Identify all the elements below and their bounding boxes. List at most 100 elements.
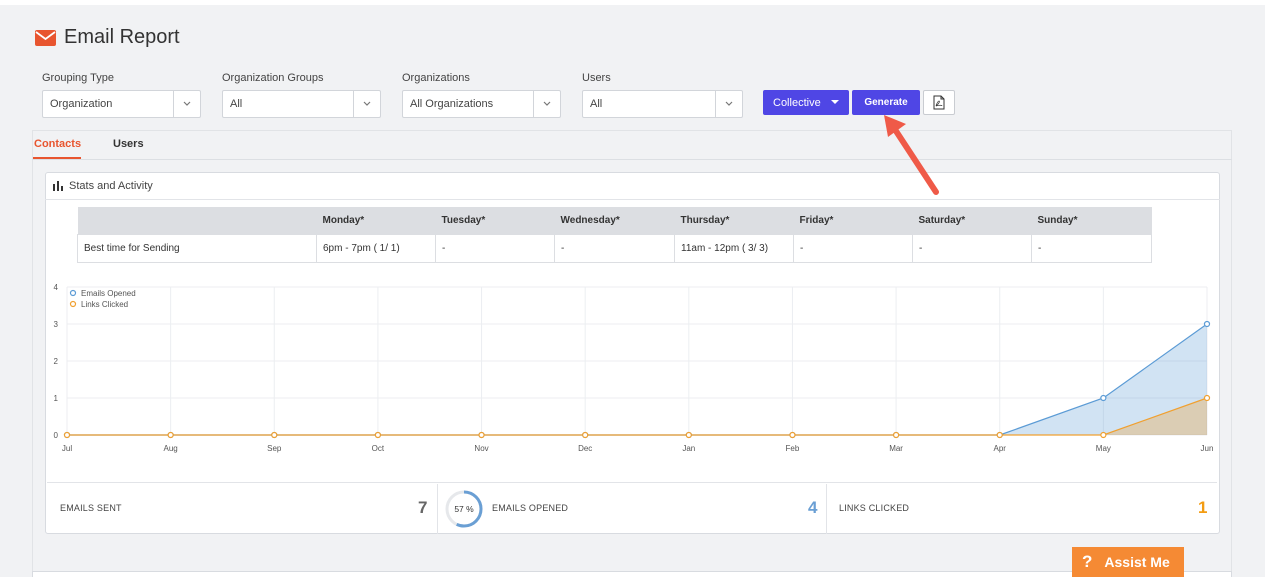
emails-sent-stat: EMAILS SENT xyxy=(60,482,122,534)
organizations-value: All Organizations xyxy=(410,98,494,110)
table-cell: - xyxy=(793,233,913,263)
chevron-down-icon[interactable] xyxy=(715,91,742,117)
legend-marker xyxy=(69,300,77,308)
data-point xyxy=(271,431,278,439)
grouping-type-select[interactable]: Organization xyxy=(42,90,201,118)
table-cell: - xyxy=(554,233,675,263)
series-area xyxy=(67,324,1207,435)
x-tick-label: Sep xyxy=(267,444,282,453)
table-header: Friday* xyxy=(793,207,913,234)
tab-users[interactable]: Users xyxy=(113,138,144,150)
data-point xyxy=(1203,394,1211,402)
table-header: Wednesday* xyxy=(554,207,675,234)
chevron-down-icon[interactable] xyxy=(353,91,380,117)
table-cell: - xyxy=(435,233,555,263)
table-header: Monday* xyxy=(316,207,436,234)
data-point xyxy=(1100,431,1107,439)
open-rate-percent: 57 % xyxy=(454,504,474,514)
data-point xyxy=(63,431,71,439)
table-header: Thursday* xyxy=(674,207,794,234)
data-point xyxy=(1203,320,1211,328)
assist-me-label: Assist Me xyxy=(1104,554,1170,570)
collective-dropdown-button[interactable]: Collective xyxy=(763,90,849,115)
stats-card-title: Stats and Activity xyxy=(69,179,153,192)
legend-label: Emails Opened xyxy=(81,289,136,298)
collective-label: Collective xyxy=(773,96,821,109)
links-clicked-stat: LINKS CLICKED xyxy=(839,482,909,534)
arrow-annotation-icon xyxy=(884,115,939,195)
x-tick-label: Jun xyxy=(1201,444,1214,453)
table-cell: - xyxy=(1031,233,1152,263)
table-cell: 6pm - 7pm ( 1/ 1) xyxy=(316,233,436,263)
tab-active-indicator xyxy=(33,157,81,159)
data-point xyxy=(892,431,900,439)
divider xyxy=(826,484,827,534)
data-point xyxy=(582,431,589,439)
y-tick-label: 2 xyxy=(54,357,59,366)
x-tick-label: Jan xyxy=(682,444,695,453)
chevron-down-icon[interactable] xyxy=(533,91,560,117)
organization-groups-label: Organization Groups xyxy=(222,72,324,84)
table-header: Tuesday* xyxy=(435,207,555,234)
x-tick-label: Oct xyxy=(372,444,385,453)
data-point xyxy=(374,431,382,439)
x-tick-label: Feb xyxy=(786,444,800,453)
grouping-type-value: Organization xyxy=(50,98,113,110)
table-row: Best time for Sending 6pm - 7pm ( 1/ 1) … xyxy=(77,233,1152,263)
organizations-label: Organizations xyxy=(402,72,470,84)
chevron-down-icon[interactable] xyxy=(173,91,200,117)
links-clicked-label: LINKS CLICKED xyxy=(839,503,910,513)
legend-marker xyxy=(69,289,77,297)
organizations-select[interactable]: All Organizations xyxy=(402,90,561,118)
emails-opened-label: EMAILS OPENED xyxy=(492,503,569,513)
data-point xyxy=(996,431,1003,439)
emails-opened-stat: EMAILS OPENED xyxy=(492,482,568,534)
data-point xyxy=(789,431,796,439)
organization-groups-select[interactable]: All xyxy=(222,90,381,118)
emails-sent-value: 7 xyxy=(418,498,428,517)
emails-opened-value: 4 xyxy=(808,498,818,517)
users-label: Users xyxy=(582,72,611,84)
caret-down-icon xyxy=(831,100,839,104)
users-value: All xyxy=(590,98,603,110)
users-select[interactable]: All xyxy=(582,90,743,118)
activity-chart: 0 1 2 3 4 Jul Aug Sep Oct Nov Dec Jan Feb Mar Apr May Ju… xyxy=(46,275,1221,465)
table-cell: - xyxy=(912,233,1032,263)
bar-chart-icon xyxy=(53,180,63,191)
data-point xyxy=(478,431,485,439)
table-header-row: Monday* Tuesday* Wednesday* Thursday* Fr… xyxy=(77,207,1152,234)
tab-contacts[interactable]: Contacts xyxy=(34,138,81,150)
best-time-table: Monday* Tuesday* Wednesday* Thursday* Fr… xyxy=(77,207,1152,263)
top-bar xyxy=(0,0,1265,5)
stats-card-header: Stats and Activity xyxy=(45,172,1220,200)
divider xyxy=(437,484,438,534)
page-title: Email Report xyxy=(35,26,180,49)
series-line xyxy=(67,323,1208,436)
envelope-icon xyxy=(35,29,56,46)
data-point xyxy=(167,431,174,439)
stats-summary xyxy=(47,482,1217,534)
table-cell: Best time for Sending xyxy=(77,233,317,263)
page-title-text: Email Report xyxy=(64,26,180,48)
y-tick-label: 4 xyxy=(54,283,59,292)
x-tick-label: Nov xyxy=(474,444,488,453)
data-point xyxy=(685,431,692,439)
open-rate-donut: 57 % xyxy=(445,490,483,528)
table-header: Sunday* xyxy=(1031,207,1152,234)
grouping-type-label: Grouping Type xyxy=(42,72,114,84)
x-tick-label: May xyxy=(1096,444,1111,453)
x-tick-label: Dec xyxy=(578,444,592,453)
links-clicked-value: 1 xyxy=(1198,498,1208,517)
table-header: Saturday* xyxy=(912,207,1032,234)
organization-groups-value: All xyxy=(230,98,243,110)
tab-bar xyxy=(32,130,1232,160)
pdf-file-icon xyxy=(933,95,945,110)
activity-chart-svg: 0 1 2 3 4 Jul Aug Sep Oct Nov Dec Jan Feb Mar Apr May Ju… xyxy=(46,283,1219,464)
y-tick-label: 0 xyxy=(54,431,59,440)
x-tick-label: Mar xyxy=(889,444,903,453)
x-tick-label: Jul xyxy=(62,444,72,453)
next-panel xyxy=(32,571,1232,577)
assist-me-button[interactable]: ? Assist Me xyxy=(1072,547,1184,577)
table-header xyxy=(77,207,317,234)
y-tick-label: 3 xyxy=(54,320,59,329)
